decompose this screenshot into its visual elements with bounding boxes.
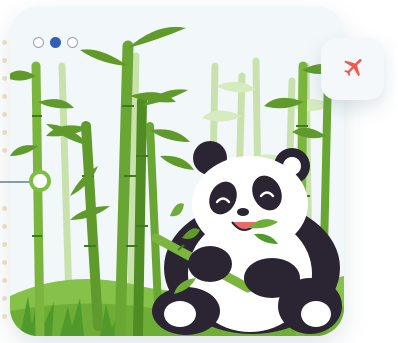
panda [151,141,342,335]
illustration-card [10,6,344,336]
carousel-dot[interactable] [67,37,78,48]
slider-track [0,181,30,183]
carousel-indicator [33,37,78,48]
panda-bamboo-illustration [10,26,344,336]
airplane-icon [343,58,362,77]
carousel-dot-active[interactable] [50,37,61,48]
travel-button[interactable] [321,38,384,100]
slider-handle[interactable] [29,170,51,192]
carousel-dot[interactable] [33,37,44,48]
